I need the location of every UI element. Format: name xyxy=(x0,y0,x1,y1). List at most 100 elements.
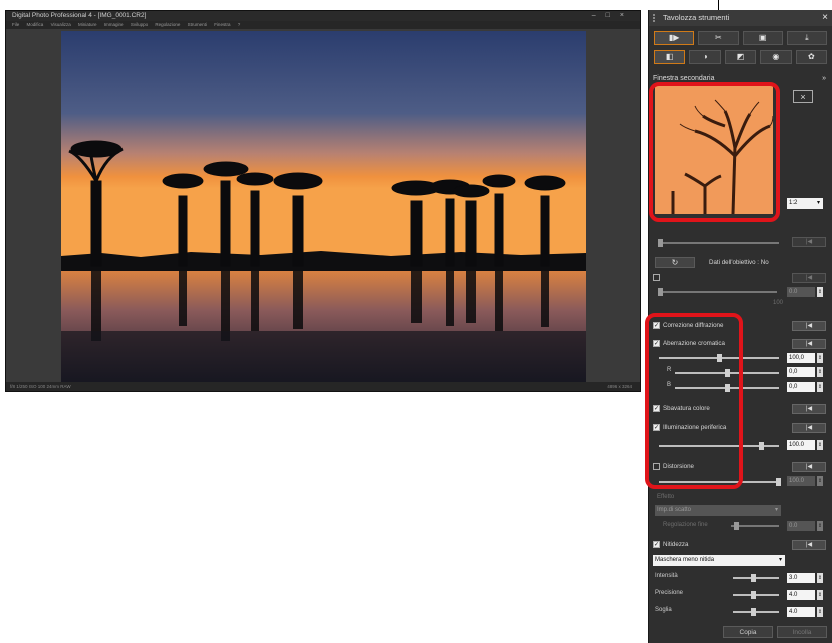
zoom-select[interactable]: 1:2 ▾ xyxy=(787,198,823,209)
b-label: B xyxy=(667,382,672,388)
tab-noise[interactable]: ◑ xyxy=(689,50,721,64)
spin-button[interactable]: ⇕ xyxy=(817,367,823,377)
tab-tone[interactable]: ◩ xyxy=(724,50,757,64)
spin-button[interactable]: ⇕ xyxy=(817,607,823,617)
menu-develop[interactable]: Sviluppo xyxy=(131,22,148,27)
menu-edit[interactable]: Modifica xyxy=(27,22,44,27)
menu-tools[interactable]: Strumenti xyxy=(188,22,207,27)
sharpness-checkbox[interactable]: ✓ xyxy=(653,540,660,548)
fineness-slider[interactable] xyxy=(733,591,779,599)
maximize-button[interactable]: □ xyxy=(606,12,620,19)
slider-thumb[interactable] xyxy=(751,574,756,582)
slider-thumb[interactable] xyxy=(759,442,764,450)
fineness-value-box[interactable]: 4.0 xyxy=(787,590,815,600)
slider-thumb[interactable] xyxy=(725,369,730,377)
close-button[interactable]: × xyxy=(620,12,634,19)
rotate-lens-button[interactable]: ↻ xyxy=(655,257,695,268)
menu-window[interactable]: Finestra xyxy=(214,22,230,27)
reset-button-dim-1[interactable]: |◀ xyxy=(792,237,826,247)
main-window: Digital Photo Professional 4 - [IMG_0001… xyxy=(5,10,641,392)
slider-thumb[interactable] xyxy=(734,522,739,530)
spin-button[interactable]: ⇕ xyxy=(817,521,823,531)
dim-value-box[interactable]: 0.0 xyxy=(787,287,815,297)
intensity-value-box[interactable]: 3.0 xyxy=(787,573,815,583)
distortion-checkbox[interactable] xyxy=(653,462,660,470)
tab-crop[interactable]: ✂ xyxy=(698,31,739,45)
peripheral-slider[interactable] xyxy=(659,442,779,450)
dim-checkbox[interactable] xyxy=(653,273,660,281)
menu-file[interactable]: File xyxy=(12,22,19,27)
fine-tune-value-box[interactable]: 0.0 xyxy=(787,521,815,531)
preview-image xyxy=(655,86,773,214)
aberration-reset-button[interactable]: |◀ xyxy=(792,339,826,349)
palette-close-button[interactable]: × xyxy=(822,10,828,26)
slider-thumb[interactable] xyxy=(776,478,781,486)
r-slider[interactable] xyxy=(675,369,779,377)
close-preview-button[interactable]: × xyxy=(793,90,813,103)
image-viewer[interactable] xyxy=(6,29,640,382)
section-header[interactable]: Finestra secondaria » xyxy=(653,73,826,85)
diffraction-label: Correzione diffrazione xyxy=(663,322,724,329)
menu-thumbnail[interactable]: Miniature xyxy=(78,22,97,27)
minimize-button[interactable]: – xyxy=(592,12,606,19)
peripheral-checkbox[interactable]: ✓ xyxy=(653,423,660,431)
sharpness-reset-button[interactable]: |◀ xyxy=(792,540,826,550)
dim-slider-1[interactable] xyxy=(658,239,779,247)
tab-color[interactable]: ◉ xyxy=(760,50,792,64)
color-blur-label: Sbavatura colore xyxy=(663,405,710,412)
slider-thumb[interactable] xyxy=(751,591,756,599)
slider-thumb[interactable] xyxy=(658,288,663,296)
spin-button[interactable]: ⇕ xyxy=(817,287,823,297)
intensity-slider[interactable] xyxy=(733,574,779,582)
peripheral-reset-button[interactable]: |◀ xyxy=(792,423,826,433)
sharpness-select[interactable]: Maschera meno nitida ▾ xyxy=(653,555,785,566)
menu-view[interactable]: Visualizza xyxy=(51,22,71,27)
main-titlebar: Digital Photo Professional 4 - [IMG_0001… xyxy=(6,11,640,21)
slider-thumb[interactable] xyxy=(717,354,722,362)
menu-image[interactable]: Immagine xyxy=(104,22,124,27)
threshold-slider[interactable] xyxy=(733,608,779,616)
reset-button-dim-2[interactable]: |◀ xyxy=(792,273,826,283)
spin-button[interactable]: ⇕ xyxy=(817,353,823,363)
slider-thumb[interactable] xyxy=(725,384,730,392)
spin-button[interactable]: ⇕ xyxy=(817,476,823,486)
tab-lens-correction[interactable]: ◧ xyxy=(654,50,686,64)
color-blur-reset-button[interactable]: |◀ xyxy=(792,404,826,414)
spin-button[interactable]: ⇕ xyxy=(817,382,823,392)
menu-help[interactable]: ? xyxy=(238,22,241,27)
tab-output[interactable]: ⤓ xyxy=(786,31,827,45)
photo-baobab-sunset[interactable] xyxy=(61,31,586,382)
aberration-slider[interactable] xyxy=(659,354,779,362)
menu-adjust[interactable]: Regolazione xyxy=(155,22,180,27)
aberration-value-box[interactable]: 100,0 xyxy=(787,353,815,363)
b-value-box[interactable]: 0,0 xyxy=(787,382,815,392)
dim-slider-2[interactable] xyxy=(658,288,777,296)
b-slider[interactable] xyxy=(675,384,779,392)
tab-settings[interactable]: ✿ xyxy=(795,50,828,64)
effect-value: Imp.di scatto xyxy=(657,507,692,513)
copy-button[interactable]: Copia xyxy=(723,626,773,638)
distortion-value-box[interactable]: 100.0 xyxy=(787,476,815,486)
tab-basic-adjust[interactable]: ▮▶ xyxy=(654,31,695,45)
effect-select[interactable]: Imp.di scatto ▾ xyxy=(655,505,781,516)
fine-tune-slider[interactable] xyxy=(731,522,779,530)
aberration-checkbox[interactable]: ✓ xyxy=(653,339,660,347)
distortion-slider[interactable] xyxy=(659,478,781,486)
preview-thumbnail[interactable] xyxy=(655,86,773,214)
peripheral-value-box[interactable]: 100.0 xyxy=(787,440,815,450)
paste-button[interactable]: Incolla xyxy=(777,626,827,638)
r-value-box[interactable]: 0,0 xyxy=(787,367,815,377)
chevron-icon[interactable]: » xyxy=(822,73,826,85)
spin-button[interactable]: ⇕ xyxy=(817,573,823,583)
spin-button[interactable]: ⇕ xyxy=(817,440,823,450)
spin-button[interactable]: ⇕ xyxy=(817,590,823,600)
window-controls[interactable]: –□× xyxy=(592,11,634,21)
tab-image[interactable]: ▣ xyxy=(742,31,783,45)
slider-thumb[interactable] xyxy=(658,239,663,247)
distortion-reset-button[interactable]: |◀ xyxy=(792,462,826,472)
diffraction-reset-button[interactable]: |◀ xyxy=(792,321,826,331)
threshold-value-box[interactable]: 4.0 xyxy=(787,607,815,617)
diffraction-checkbox[interactable]: ✓ xyxy=(653,321,660,329)
slider-thumb[interactable] xyxy=(751,608,756,616)
color-blur-checkbox[interactable]: ✓ xyxy=(653,404,660,412)
